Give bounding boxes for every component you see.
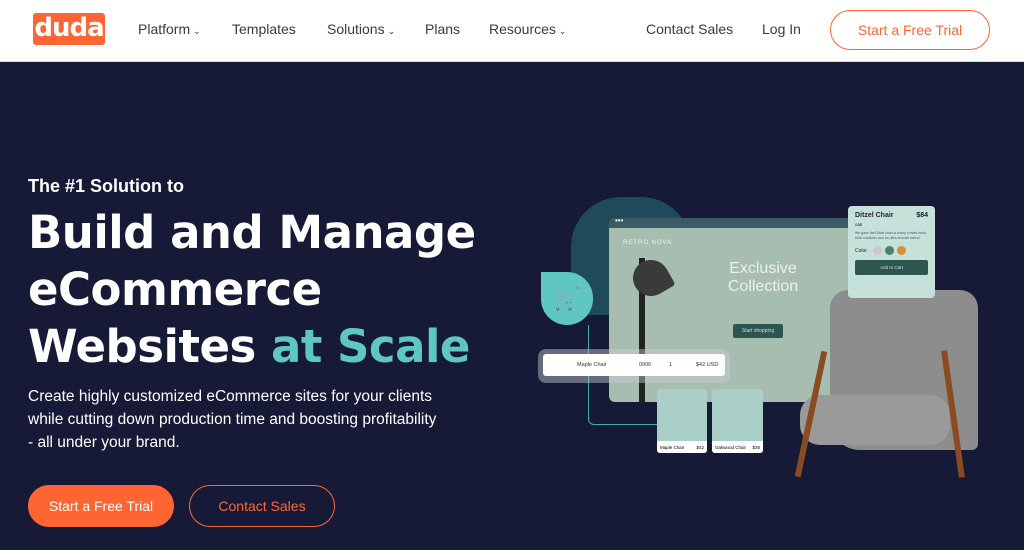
product-material: oak (855, 222, 863, 227)
duda-logo[interactable]: duda (33, 13, 105, 45)
color-label: Color (855, 247, 867, 254)
product-name: Ditzel Chair (855, 212, 894, 219)
nav-contact-sales[interactable]: Contact Sales (646, 21, 733, 37)
nav-platform[interactable]: Platform ⌄ (138, 21, 201, 37)
product-detail-card: Ditzel Chair $84 oak We gave the Ditzel c… (848, 206, 935, 298)
headline-line: Exclusive (729, 260, 797, 277)
order-qty: 1 (669, 362, 673, 368)
add-to-cart-button: Add to Cart (855, 260, 928, 275)
start-shopping-button: Start shopping (733, 324, 783, 338)
store-brand: RETRO NOVA (623, 240, 673, 246)
nav-templates[interactable]: Templates (232, 21, 296, 37)
color-swatch (872, 246, 882, 255)
nav-login[interactable]: Log In (762, 21, 801, 37)
order-name: Maple Chair (577, 362, 607, 368)
nav-label: Platform (138, 21, 191, 37)
headline-line: eCommerce (28, 263, 322, 316)
product-price: $84 (916, 212, 928, 219)
description-line: - all under your brand. (28, 434, 180, 451)
nav-label: Solutions (327, 21, 385, 37)
window-dots-icon: ••• (609, 218, 859, 228)
chevron-down-icon: ⌄ (193, 26, 201, 36)
color-swatch (896, 246, 906, 255)
headline-line: Collection (727, 278, 799, 295)
nav-resources[interactable]: Resources ⌄ (489, 21, 566, 37)
nav-label: Resources (489, 21, 556, 37)
card-name: Oakwood Chair (715, 444, 747, 450)
cart-icon: 🛒 (541, 272, 593, 325)
description-line: Create highly customized eCommerce sites… (28, 388, 433, 405)
lamp-shade (626, 253, 676, 303)
nav-plans[interactable]: Plans (425, 21, 460, 37)
product-description: We gave the Ditzel chair a cushy curved … (855, 231, 927, 240)
contact-sales-button[interactable]: Contact Sales (189, 485, 335, 527)
order-row: Maple Chair 0006 1 $42 USD (538, 349, 730, 383)
card-name: Maple Chair (660, 444, 685, 450)
nav-solutions[interactable]: Solutions ⌄ (327, 21, 395, 37)
order-price: $42 USD (696, 362, 719, 368)
top-nav: duda Platform ⌄ Templates Solutions ⌄ Plan… (0, 0, 1024, 62)
start-trial-nav-button[interactable]: Start a Free Trial (830, 10, 990, 50)
hero-eyebrow: The #1 Solution to (28, 176, 184, 196)
card-price: $42 (696, 444, 704, 450)
collection-headline: Exclusive Collection (683, 260, 843, 296)
headline-line: Websites at Scale (28, 318, 476, 375)
hero-description: Create highly customized eCommerce sites… (28, 385, 508, 454)
color-swatch (884, 246, 894, 255)
description-line: while cutting down production time and b… (28, 411, 437, 428)
start-trial-button[interactable]: Start a Free Trial (28, 485, 174, 527)
chevron-down-icon: ⌄ (558, 26, 567, 36)
armchair-seat (800, 395, 950, 445)
product-card: Oakwood Chair $35 (712, 389, 763, 453)
product-card: Maple Chair $42 (657, 389, 707, 453)
headline-accent: at Scale (270, 320, 470, 373)
headline-text: Websites (28, 320, 271, 373)
order-sku: 0006 (639, 362, 652, 368)
hero-headline: Build and Manage eCommerce Websites at S… (28, 204, 476, 375)
chevron-down-icon: ⌄ (387, 26, 396, 36)
headline-line: Build and Manage (28, 206, 476, 259)
card-price: $35 (752, 444, 760, 450)
